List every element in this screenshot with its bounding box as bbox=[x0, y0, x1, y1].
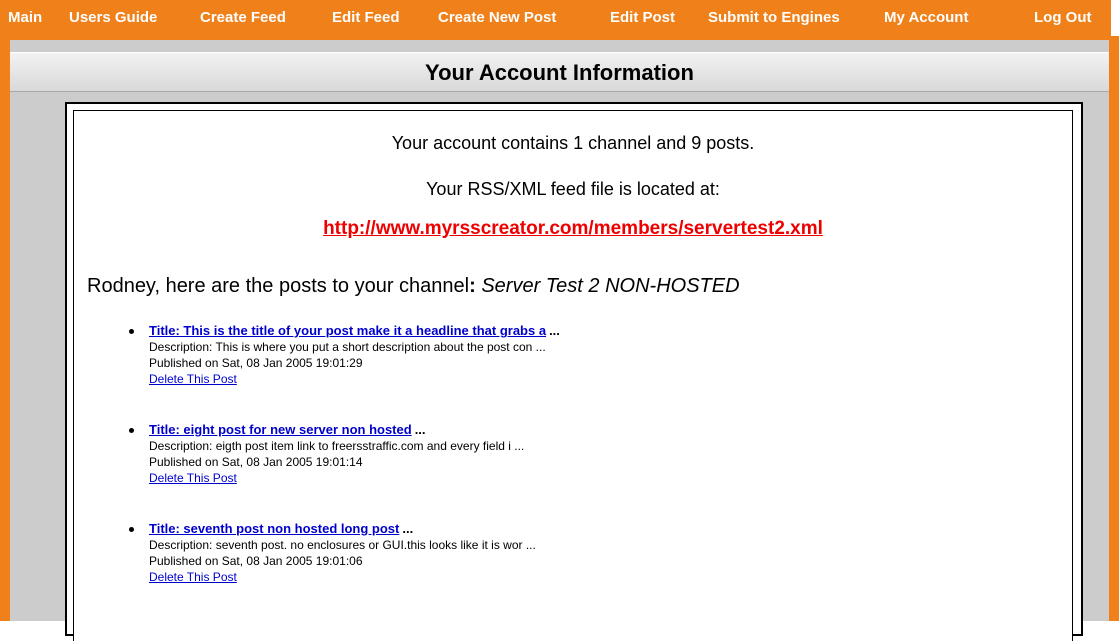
page-title: Your Account Information bbox=[425, 60, 694, 85]
bullet-icon bbox=[129, 428, 134, 433]
nav-edge bbox=[1111, 0, 1119, 36]
delete-post-link[interactable]: Delete This Post bbox=[149, 470, 1049, 486]
nav-users-guide[interactable]: Users Guide bbox=[69, 9, 157, 26]
post-title-ellipsis: ... bbox=[414, 422, 426, 437]
feed-url-link[interactable]: http://www.myrsscreator.com/members/serv… bbox=[74, 218, 1072, 240]
post-title-link[interactable]: Title: seventh post non hosted long post… bbox=[149, 521, 1049, 537]
top-navigation-bar: Main Users Guide Create Feed Edit Feed C… bbox=[0, 0, 1119, 41]
nav-edit-post[interactable]: Edit Post bbox=[610, 9, 675, 26]
list-item: Title: This is the title of your post ma… bbox=[129, 323, 1049, 422]
post-title-text: Title: eight post for new server non hos… bbox=[149, 422, 412, 437]
nav-submit-to-engines[interactable]: Submit to Engines bbox=[708, 9, 840, 26]
bullet-icon bbox=[129, 329, 134, 334]
post-description: Description: eigth post item link to fre… bbox=[149, 439, 525, 453]
channel-name: Server Test 2 NON-HOSTED bbox=[481, 275, 740, 297]
channel-line: Rodney, here are the posts to your chann… bbox=[87, 275, 740, 298]
nav-log-out[interactable]: Log Out bbox=[1034, 9, 1091, 26]
list-item: Title: seventh post non hosted long post… bbox=[129, 521, 1049, 620]
delete-post-link[interactable]: Delete This Post bbox=[149, 371, 1049, 387]
page-frame-inner: Your Account Information Your account co… bbox=[10, 40, 1109, 641]
post-title-ellipsis: ... bbox=[549, 323, 560, 338]
post-published: Published on Sat, 08 Jan 2005 19:01:29 bbox=[149, 356, 363, 370]
account-content-inner: Your account contains 1 channel and 9 po… bbox=[73, 110, 1073, 641]
channel-colon: : bbox=[469, 275, 476, 297]
delete-post-link[interactable]: Delete This Post bbox=[149, 569, 1049, 585]
post-title-ellipsis: ... bbox=[402, 521, 414, 536]
list-item: Title: eight post for new server non hos… bbox=[129, 422, 1049, 521]
post-published: Published on Sat, 08 Jan 2005 19:01:14 bbox=[149, 455, 363, 469]
nav-my-account[interactable]: My Account bbox=[884, 9, 968, 26]
nav-strip: Main Users Guide Create Feed Edit Feed C… bbox=[0, 0, 1111, 38]
page-frame: Your Account Information Your account co… bbox=[0, 36, 1119, 641]
post-title-link[interactable]: Title: eight post for new server non hos… bbox=[149, 422, 1049, 438]
post-description: Description: This is where you put a sho… bbox=[149, 340, 546, 354]
post-published: Published on Sat, 08 Jan 2005 19:01:06 bbox=[149, 554, 363, 568]
nav-main[interactable]: Main bbox=[8, 9, 42, 26]
nav-create-new-post[interactable]: Create New Post bbox=[438, 9, 556, 26]
nav-edit-feed[interactable]: Edit Feed bbox=[332, 9, 400, 26]
channel-intro: Rodney, here are the posts to your chann… bbox=[87, 275, 470, 297]
post-title-text: Title: seventh post non hosted long post bbox=[149, 521, 400, 536]
account-summary: Your account contains 1 channel and 9 po… bbox=[391, 133, 755, 153]
nav-create-feed[interactable]: Create Feed bbox=[200, 9, 286, 26]
post-list: Title: This is the title of your post ma… bbox=[129, 323, 1049, 620]
bullet-icon bbox=[129, 527, 134, 532]
title-bar: Your Account Information bbox=[10, 52, 1109, 92]
account-content-panel: Your account contains 1 channel and 9 po… bbox=[65, 102, 1083, 641]
post-description: Description: seventh post. no enclosures… bbox=[149, 538, 536, 552]
post-title-text: Title: This is the title of your post ma… bbox=[149, 323, 547, 338]
feed-intro: Your RSS/XML feed file is located at: bbox=[426, 179, 720, 199]
post-title-link[interactable]: Title: This is the title of your post ma… bbox=[149, 323, 1049, 339]
